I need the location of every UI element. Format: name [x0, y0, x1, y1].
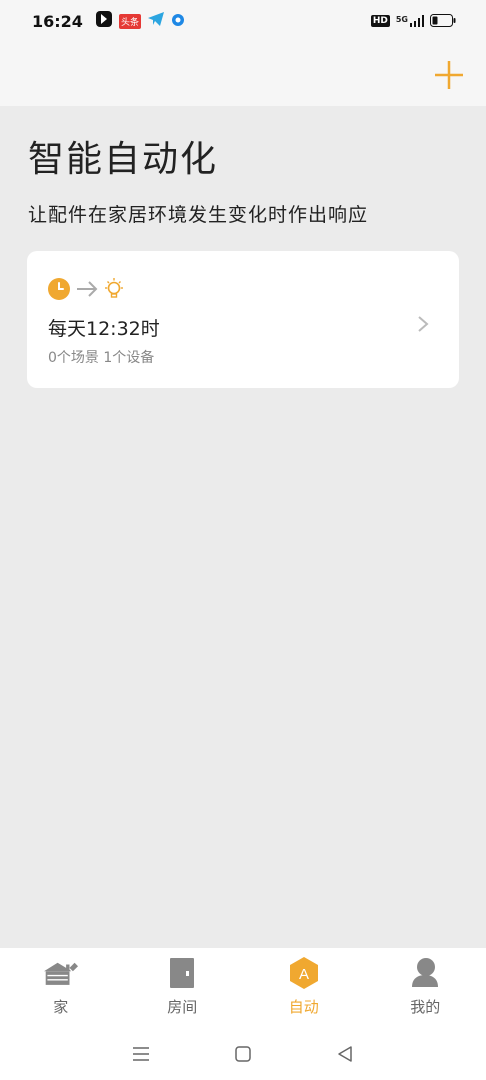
home-icon: [43, 956, 78, 990]
news-badge-icon: 头条: [118, 13, 141, 29]
network-type-label: 5G: [395, 15, 408, 24]
add-automation-button[interactable]: [432, 58, 466, 92]
tab-label: 房间: [167, 998, 198, 1016]
automation-subtitle: 0个场景 1个设备: [48, 350, 155, 366]
square-icon: [235, 1046, 251, 1062]
status-right: HD 5G: [370, 12, 456, 31]
arrow-right-icon: [77, 281, 98, 297]
hd-icon: HD: [370, 15, 390, 27]
tab-home[interactable]: 家: [0, 948, 122, 1028]
clock-icon: [48, 278, 70, 300]
back-triangle-icon: [338, 1046, 352, 1062]
tab-label: 家: [53, 998, 69, 1016]
status-bar: 16:24 头条 HD 5G: [0, 0, 486, 42]
telegram-icon: [147, 11, 165, 31]
home-nav-button[interactable]: [227, 1038, 259, 1070]
back-button[interactable]: [329, 1038, 361, 1070]
automation-icon: A: [287, 956, 321, 990]
page-subtitle: 让配件在家居环境发生变化时作出响应: [28, 204, 369, 226]
tab-automation[interactable]: A 自动: [243, 948, 365, 1028]
automation-title: 每天12:32时: [48, 318, 160, 340]
app-header: [0, 42, 486, 106]
app-notification-icon: [95, 10, 113, 32]
tab-label: 我的: [410, 998, 441, 1016]
chevron-right-icon: [417, 315, 429, 337]
door-icon: [165, 956, 199, 990]
tab-label: 自动: [288, 998, 319, 1016]
menu-icon: [133, 1047, 149, 1061]
profile-icon: [408, 956, 442, 990]
lightbulb-icon: [105, 278, 123, 298]
tab-bar: 家 房间 A 自动 我的: [0, 948, 486, 1028]
status-time: 16:24: [32, 11, 83, 31]
circle-app-icon: [171, 12, 185, 31]
plus-icon: [435, 61, 463, 89]
automation-card[interactable]: 每天12:32时 0个场景 1个设备: [27, 251, 459, 388]
tab-profile[interactable]: 我的: [365, 948, 486, 1028]
system-nav-bar: [0, 1028, 486, 1080]
signal-icon: 5G: [396, 15, 424, 27]
page-title: 智能自动化: [28, 139, 219, 180]
menu-button[interactable]: [125, 1038, 157, 1070]
trigger-icons: [47, 277, 125, 301]
battery-icon: [430, 12, 456, 31]
tab-rooms[interactable]: 房间: [122, 948, 244, 1028]
automation-icon-letter: A: [299, 966, 309, 983]
